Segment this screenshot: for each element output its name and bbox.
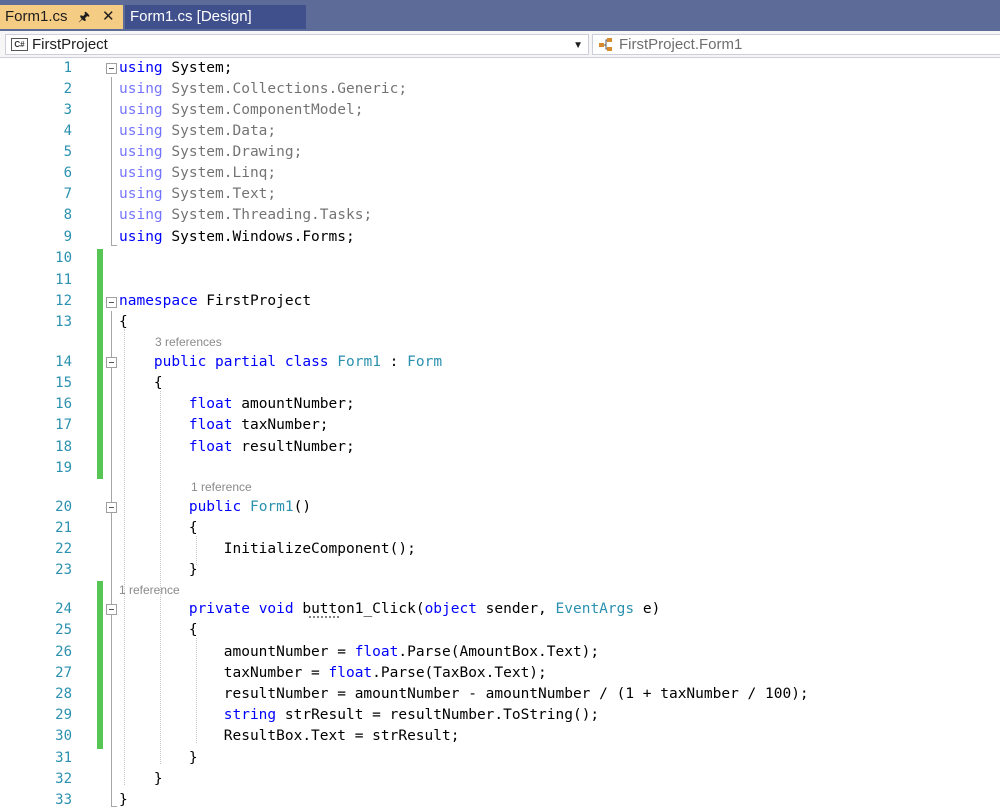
code-line: using System.ComponentModel; [119, 102, 364, 118]
code-line: float resultNumber; [188, 439, 355, 455]
line-number: 15 [55, 375, 72, 391]
code-line: { [119, 375, 163, 391]
outline-line-end [111, 806, 117, 807]
code-editor[interactable]: 1 2 3 4 5 6 7 8 9 10 11 12 13 14 15 16 1… [0, 58, 1000, 812]
tab-form1-cs[interactable]: Form1.cs 🖈︎ ✕ [0, 5, 123, 29]
project-dropdown[interactable]: C# FirstProject ▼ [5, 34, 589, 55]
class-icon [599, 38, 612, 51]
code-line: namespace FirstProject [119, 293, 312, 309]
code-line: public Form1() [188, 499, 312, 515]
line-number: 8 [63, 207, 72, 223]
outline-line [111, 77, 112, 245]
line-number: 2 [63, 81, 72, 97]
line-number: 29 [55, 707, 72, 723]
line-number: 4 [63, 123, 72, 139]
code-line: string strResult = resultNumber.ToString… [223, 707, 600, 723]
changed-lines-marker [97, 249, 103, 479]
line-number: 25 [55, 622, 72, 638]
outline-line-end [111, 245, 117, 246]
line-number: 10 [55, 250, 72, 266]
tab-label: Form1.cs [Design] [130, 8, 252, 25]
code-line: } [119, 771, 163, 787]
collapse-toggle-using[interactable] [106, 63, 117, 74]
line-number: 11 [55, 272, 72, 288]
line-number: 24 [55, 601, 72, 617]
line-number: 16 [55, 396, 72, 412]
line-number: 9 [63, 229, 72, 245]
csharp-project-icon: C# [11, 38, 28, 51]
document-tab-bar: Form1.cs 🖈︎ ✕ Form1.cs [Design] [0, 0, 1000, 31]
code-line: { [119, 314, 128, 330]
collapse-toggle-constructor[interactable] [106, 502, 117, 513]
outline-line [111, 311, 112, 806]
dropdown-arrow-icon[interactable]: ▼ [573, 36, 583, 55]
line-number: 18 [55, 439, 72, 455]
type-dropdown[interactable]: FirstProject.Form1 [592, 34, 1000, 55]
code-line: private void button1_Click(object sender… [188, 601, 661, 617]
line-number: 3 [63, 102, 72, 118]
line-number: 14 [55, 354, 72, 370]
line-number: 13 [55, 314, 72, 330]
line-number: 7 [63, 186, 72, 202]
line-number: 26 [55, 644, 72, 660]
line-number: 23 [55, 562, 72, 578]
code-line: using System.Windows.Forms; [119, 229, 355, 245]
code-line: using System.Threading.Tasks; [119, 207, 373, 223]
code-line: float amountNumber; [188, 396, 355, 412]
line-number: 5 [63, 144, 72, 160]
line-number: 27 [55, 665, 72, 681]
code-line: using System.Drawing; [119, 144, 303, 160]
line-number: 1 [63, 60, 72, 76]
code-line: using System.Data; [119, 123, 277, 139]
line-number: 20 [55, 499, 72, 515]
codelens-references[interactable]: 1 reference [119, 582, 180, 598]
changed-lines-marker [97, 581, 103, 749]
collapse-toggle-class[interactable] [106, 357, 117, 368]
code-line: } [119, 792, 128, 808]
code-line: { [119, 622, 198, 638]
type-name: FirstProject.Form1 [619, 36, 743, 53]
code-line: } [119, 750, 198, 766]
line-number: 19 [55, 460, 72, 476]
tab-label: Form1.cs [5, 8, 68, 25]
project-name: FirstProject [32, 36, 108, 53]
code-line: InitializeComponent(); [119, 541, 416, 557]
line-number: 33 [55, 792, 72, 808]
line-number: 31 [55, 750, 72, 766]
collapse-toggle-method[interactable] [106, 604, 117, 615]
tab-form1-design[interactable]: Form1.cs [Design] [125, 5, 306, 29]
navigation-bar: C# FirstProject ▼ FirstProject.Form1 [0, 31, 1000, 58]
codelens-references[interactable]: 3 references [155, 334, 222, 350]
code-line: float taxNumber; [188, 417, 329, 433]
code-line: using System; [119, 60, 233, 76]
collapse-toggle-namespace[interactable] [106, 297, 117, 308]
line-number: 28 [55, 686, 72, 702]
code-line: amountNumber = float.Parse(AmountBox.Tex… [119, 644, 600, 660]
code-line: resultNumber = amountNumber - amountNumb… [119, 686, 809, 702]
line-number: 6 [63, 165, 72, 181]
code-line: using System.Collections.Generic; [119, 81, 408, 97]
line-number: 32 [55, 771, 72, 787]
code-line: } [119, 562, 198, 578]
code-line: using System.Text; [119, 186, 277, 202]
code-line: { [119, 520, 198, 536]
pin-icon[interactable]: 🖈︎ [78, 5, 90, 29]
code-line: public partial class Form1 : Form [153, 354, 443, 370]
line-number: 22 [55, 541, 72, 557]
line-number: 12 [55, 293, 72, 309]
code-line: ResultBox.Text = strResult; [119, 728, 460, 744]
close-icon[interactable]: ✕ [102, 5, 115, 29]
code-line: taxNumber = float.Parse(TaxBox.Text); [119, 665, 547, 681]
line-number: 17 [55, 417, 72, 433]
codelens-references[interactable]: 1 reference [191, 479, 252, 495]
line-number: 21 [55, 520, 72, 536]
code-line: using System.Linq; [119, 165, 277, 181]
line-number: 30 [55, 728, 72, 744]
